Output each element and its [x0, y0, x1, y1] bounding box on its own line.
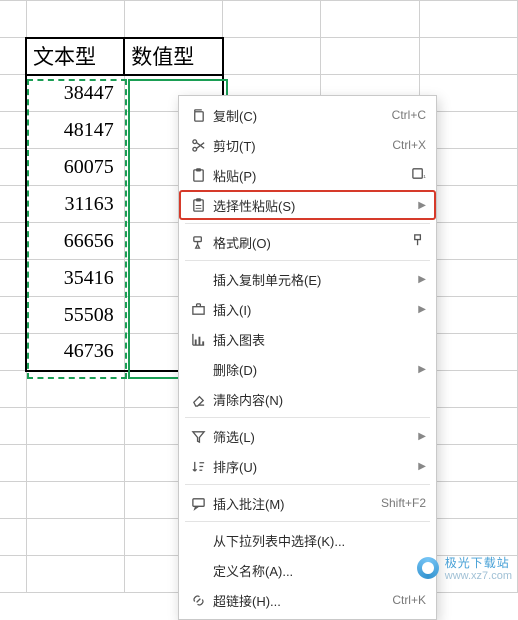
grid-row	[0, 1, 518, 38]
format-painter-pin-icon	[410, 233, 426, 251]
cell-a[interactable]: 55508	[26, 297, 124, 334]
menu-separator	[185, 223, 430, 224]
menu-paste[interactable]: 粘贴(P) 123	[179, 160, 436, 190]
paste-options-icon: 123	[410, 166, 426, 184]
menu-label: 格式刷(O)	[209, 233, 410, 252]
scissors-icon	[187, 138, 209, 153]
comment-icon	[187, 496, 209, 511]
menu-pick-from-list[interactable]: 从下拉列表中选择(K)...	[179, 525, 436, 555]
menu-label: 筛选(L)	[209, 427, 416, 446]
menu-shortcut: Ctrl+X	[386, 138, 426, 152]
context-menu: 复制(C) Ctrl+C 剪切(T) Ctrl+X 粘贴(P) 123 选择性粘…	[178, 95, 437, 620]
menu-label: 插入批注(M)	[209, 494, 375, 513]
clipboard-special-icon	[187, 198, 209, 213]
menu-label: 插入复制单元格(E)	[209, 270, 416, 289]
sort-icon	[187, 459, 209, 474]
header-row: 文本型 数值型	[0, 38, 518, 75]
cell-a[interactable]: 66656	[26, 223, 124, 260]
menu-shortcut: Ctrl+C	[386, 108, 426, 122]
menu-clear-contents[interactable]: 清除内容(N)	[179, 384, 436, 414]
menu-insert-comment[interactable]: 插入批注(M) Shift+F2	[179, 488, 436, 518]
link-icon	[187, 593, 209, 608]
menu-define-name[interactable]: 定义名称(A)...	[179, 555, 436, 585]
funnel-icon	[187, 429, 209, 444]
menu-label: 定义名称(A)...	[209, 561, 426, 580]
eraser-icon	[187, 392, 209, 407]
cell-a[interactable]: 38447	[26, 75, 124, 112]
menu-delete[interactable]: 删除(D) ▶	[179, 354, 436, 384]
menu-insert-chart[interactable]: 插入图表	[179, 324, 436, 354]
menu-label: 清除内容(N)	[209, 390, 426, 409]
menu-separator	[185, 484, 430, 485]
submenu-arrow-icon: ▶	[416, 431, 426, 442]
menu-separator	[185, 417, 430, 418]
cell-a[interactable]: 35416	[26, 260, 124, 297]
cell-a[interactable]: 46736	[26, 334, 124, 371]
menu-label: 剪切(T)	[209, 136, 386, 155]
header-text-type[interactable]: 文本型	[26, 38, 124, 75]
menu-insert[interactable]: 插入(I) ▶	[179, 294, 436, 324]
submenu-arrow-icon: ▶	[416, 274, 426, 285]
submenu-arrow-icon: ▶	[416, 304, 426, 315]
menu-shortcut: Ctrl+K	[386, 593, 426, 607]
insert-icon	[187, 302, 209, 317]
menu-separator	[185, 521, 430, 522]
clipboard-icon	[187, 168, 209, 183]
menu-insert-copied-cells[interactable]: 插入复制单元格(E) ▶	[179, 264, 436, 294]
menu-label: 选择性粘贴(S)	[209, 196, 416, 215]
cell-a[interactable]: 31163	[26, 186, 124, 223]
svg-text:123: 123	[423, 174, 426, 179]
submenu-arrow-icon: ▶	[416, 461, 426, 472]
menu-label: 粘贴(P)	[209, 166, 410, 185]
menu-format-painter[interactable]: 格式刷(O)	[179, 227, 436, 257]
brush-icon	[187, 235, 209, 250]
menu-cut[interactable]: 剪切(T) Ctrl+X	[179, 130, 436, 160]
menu-label: 插入(I)	[209, 300, 416, 319]
menu-label: 从下拉列表中选择(K)...	[209, 531, 426, 550]
menu-paste-special[interactable]: 选择性粘贴(S) ▶	[179, 190, 436, 220]
menu-filter[interactable]: 筛选(L) ▶	[179, 421, 436, 451]
cell-a[interactable]: 60075	[26, 149, 124, 186]
menu-label: 排序(U)	[209, 457, 416, 476]
chart-icon	[187, 332, 209, 347]
menu-label: 插入图表	[209, 330, 426, 349]
submenu-arrow-icon: ▶	[416, 200, 426, 211]
menu-separator	[185, 260, 430, 261]
cell-a[interactable]: 48147	[26, 112, 124, 149]
menu-label: 删除(D)	[209, 360, 416, 379]
menu-shortcut: Shift+F2	[375, 496, 426, 510]
header-numeric-type[interactable]: 数值型	[124, 38, 222, 75]
menu-copy[interactable]: 复制(C) Ctrl+C	[179, 100, 436, 130]
submenu-arrow-icon: ▶	[416, 364, 426, 375]
menu-sort[interactable]: 排序(U) ▶	[179, 451, 436, 481]
menu-label: 超链接(H)...	[209, 591, 386, 610]
copy-icon	[187, 108, 209, 123]
menu-label: 复制(C)	[209, 106, 386, 125]
